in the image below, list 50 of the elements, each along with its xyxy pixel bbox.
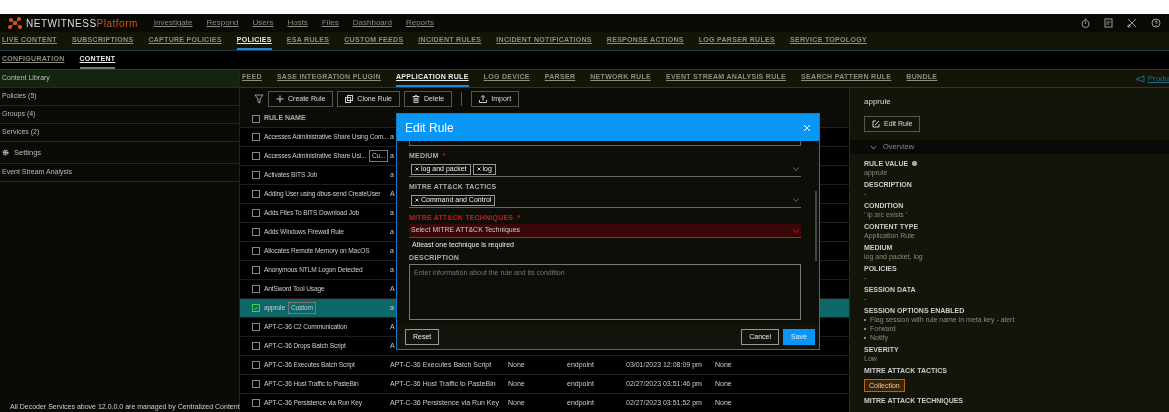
brand-logo-text: NETWITNESSPlatform xyxy=(26,16,138,31)
row-checkbox[interactable] xyxy=(252,209,260,217)
help-icon xyxy=(1151,18,1161,28)
row-checkbox[interactable] xyxy=(252,380,260,388)
top-menu-link[interactable]: Users xyxy=(252,17,274,29)
top-menu-link[interactable]: Files xyxy=(321,17,339,29)
row-checkbox[interactable] xyxy=(252,171,260,179)
row-checkbox[interactable] xyxy=(252,399,260,407)
chevron-down-icon xyxy=(793,228,799,233)
select-all-checkbox[interactable] xyxy=(252,114,260,123)
remove-icon xyxy=(415,167,419,171)
close-button[interactable] xyxy=(803,123,811,132)
product-link[interactable]: Produ xyxy=(1135,70,1169,87)
top-menu-link[interactable]: Dashboard xyxy=(352,17,392,29)
row-checkbox[interactable] xyxy=(252,304,260,312)
network-logo-icon xyxy=(8,17,22,29)
plus-icon xyxy=(276,95,284,103)
row-checkbox[interactable] xyxy=(252,133,260,141)
stopwatch-icon xyxy=(1081,18,1090,28)
top-menu-link[interactable]: Hosts xyxy=(287,17,308,29)
row-checkbox[interactable] xyxy=(252,266,260,274)
checklist-icon xyxy=(1104,18,1113,28)
row-checkbox[interactable] xyxy=(252,152,260,160)
row-checkbox[interactable] xyxy=(252,228,260,236)
gear-icon xyxy=(2,149,9,156)
description-field[interactable] xyxy=(409,141,801,146)
chevron-icon xyxy=(870,144,877,150)
remove-icon xyxy=(476,167,481,171)
edit-icon xyxy=(872,120,880,128)
dialog-title: Edit Rule xyxy=(405,119,454,137)
row-checkbox[interactable] xyxy=(252,361,260,369)
megaphone-icon xyxy=(1135,74,1145,83)
trash-icon xyxy=(412,95,420,103)
row-checkbox[interactable] xyxy=(252,285,260,293)
chevron-down-icon xyxy=(793,198,799,202)
tools-icon xyxy=(1127,18,1137,28)
top-menu-link[interactable]: Respond xyxy=(206,17,239,29)
copy-icon xyxy=(345,95,354,103)
detail-title: apprule xyxy=(864,96,892,108)
filter-icon xyxy=(254,94,264,104)
row-checkbox[interactable] xyxy=(252,247,260,255)
top-menu-link[interactable]: Investigate xyxy=(153,17,193,29)
upload-icon xyxy=(479,95,488,103)
chevron-down-icon xyxy=(793,167,799,171)
row-checkbox[interactable] xyxy=(252,323,260,331)
scrollbar-thumb[interactable] xyxy=(815,191,817,261)
row-checkbox[interactable] xyxy=(252,342,260,350)
remove-icon xyxy=(415,198,419,202)
top-menu-link[interactable]: Reports xyxy=(405,17,434,29)
row-checkbox[interactable] xyxy=(252,190,260,198)
